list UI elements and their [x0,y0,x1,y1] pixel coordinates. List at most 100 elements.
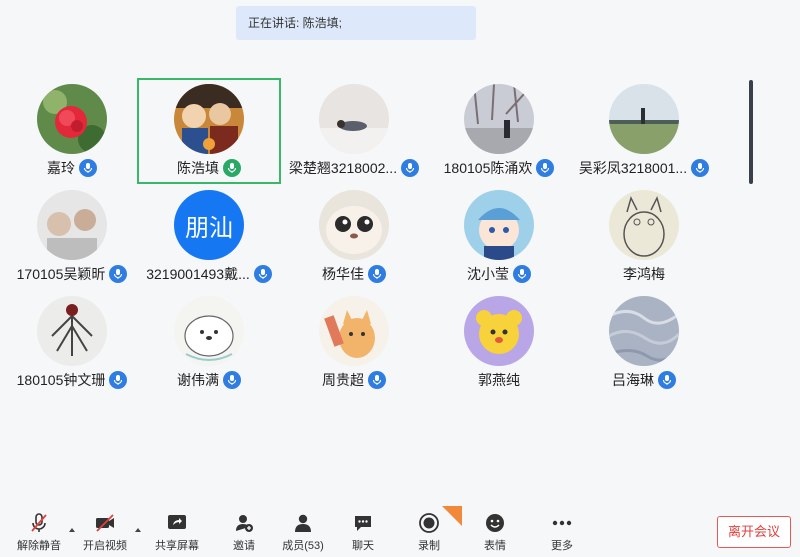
avatar [319,190,389,260]
avatar [464,190,534,260]
reactions-label: 表情 [484,540,506,552]
leave-meeting-button[interactable]: 离开会议 [717,516,791,548]
participant-name: 陈浩填 [177,160,219,176]
invite-label: 邀请 [233,540,255,552]
mic-icon [401,159,420,177]
avatar [319,296,389,366]
avatar [609,190,679,260]
participant-name-row: 嘉玲 [0,158,144,178]
members-label: 成员(53) [282,540,324,552]
participant-tile[interactable]: 嘉玲 [0,78,144,184]
record-label: 录制 [418,540,440,552]
reactions-button[interactable]: 表情 [464,512,526,554]
participant-name: 李鸿梅 [623,266,665,282]
participant-tile[interactable]: 沈小莹 [427,184,571,290]
mic-icon [79,159,97,177]
mic-speaking-icon [223,159,241,177]
mic-icon [536,159,555,177]
share-screen-button[interactable]: 共享屏幕 [146,512,208,554]
participant-name-row: 李鸿梅 [572,264,716,284]
mic-icon [368,265,386,283]
participant-tile[interactable]: 周贵超 [282,290,426,396]
participant-name: 180105陈涌欢 [443,160,533,176]
participant-tile[interactable]: 朋汕 3219001493戴... [137,184,281,290]
share-screen-label: 共享屏幕 [155,540,199,552]
scrollbar[interactable] [749,80,753,184]
chat-button[interactable]: 聊天 [332,512,394,554]
participant-name-row: 180105钟文珊 [0,370,144,390]
participant-name-row: 沈小莹 [427,264,571,284]
mic-icon [109,371,128,389]
avatar [174,296,244,366]
participant-tile-active-speaker[interactable]: 陈浩填 [137,78,281,184]
participant-name: 吕海琳 [612,372,654,388]
mic-icon [691,159,710,177]
participant-name: 170105吴颖昕 [16,266,106,282]
members-button[interactable]: 成员(53) [272,512,334,554]
participant-name-row: 杨华佳 [282,264,426,284]
mic-icon [368,371,386,389]
emoji-icon [483,512,507,534]
participant-tile[interactable]: 谢伟满 [137,290,281,396]
participant-name-row: 3219001493戴... [137,264,281,284]
more-icon [550,512,574,534]
video-off-icon [93,512,117,534]
avatar [37,190,107,260]
video-options-caret-icon[interactable] [133,522,143,532]
participant-name-row: 谢伟满 [137,370,281,390]
unmute-label: 解除静音 [17,540,61,552]
participant-tile[interactable]: 郭燕纯 [427,290,571,396]
participant-tile[interactable]: 170105吴颖昕 [0,184,144,290]
start-video-button[interactable]: 开启视频 [74,512,136,554]
participant-tile[interactable]: 杨华佳 [282,184,426,290]
participant-name: 180105钟文珊 [16,372,106,388]
participant-name: 郭燕纯 [478,372,520,388]
participant-tile[interactable]: 吕海琳 [572,290,716,396]
participant-tile[interactable]: 180105钟文珊 [0,290,144,396]
participant-name: 周贵超 [322,372,364,388]
avatar [609,84,679,154]
avatar [174,84,244,154]
avatar [37,296,107,366]
participant-name-row: 周贵超 [282,370,426,390]
participant-name: 梁楚翘3218002... [288,160,398,176]
avatar [37,84,107,154]
avatar [609,296,679,366]
participant-name: 沈小莹 [467,266,509,282]
participant-name-row: 吕海琳 [572,370,716,390]
participant-tile[interactable]: 180105陈涌欢 [427,78,571,184]
participant-name-row: 梁楚翘3218002... [282,158,426,178]
mic-icon [658,371,676,389]
participant-tile[interactable]: 梁楚翘3218002... [282,78,426,184]
participant-name: 嘉玲 [47,160,75,176]
participant-name: 谢伟满 [177,372,219,388]
chat-label: 聊天 [352,540,374,552]
start-video-label: 开启视频 [83,540,127,552]
participant-name-row: 郭燕纯 [427,370,571,390]
avatar [464,296,534,366]
meeting-toolbar: 解除静音 开启视频 共享屏幕 邀请 成员(53) 聊天 录制 表情 更多 [0,500,800,557]
mic-off-icon [27,512,51,534]
record-icon [417,512,441,534]
participant-name-row: 陈浩填 [139,158,279,178]
new-feature-badge-icon [442,506,462,526]
chat-icon [351,512,375,534]
mic-icon [109,265,128,283]
participant-name-row: 180105陈涌欢 [427,158,571,178]
participant-tile[interactable]: 李鸿梅 [572,184,716,290]
members-icon [291,512,315,534]
share-screen-icon [165,512,189,534]
mic-icon [253,265,272,283]
invite-user-icon [232,512,256,534]
speaking-indicator: 正在讲话: 陈浩填; [236,6,476,40]
mic-icon [223,371,241,389]
participant-name: 3219001493戴... [146,266,250,282]
more-button[interactable]: 更多 [531,512,593,554]
participant-name: 吴彩凤3218001... [578,160,688,176]
avatar [464,84,534,154]
unmute-button[interactable]: 解除静音 [8,512,70,554]
participant-name-row: 170105吴颖昕 [0,264,144,284]
invite-button[interactable]: 邀请 [213,512,275,554]
participant-tile[interactable]: 吴彩凤3218001... [572,78,716,184]
avatar [319,84,389,154]
